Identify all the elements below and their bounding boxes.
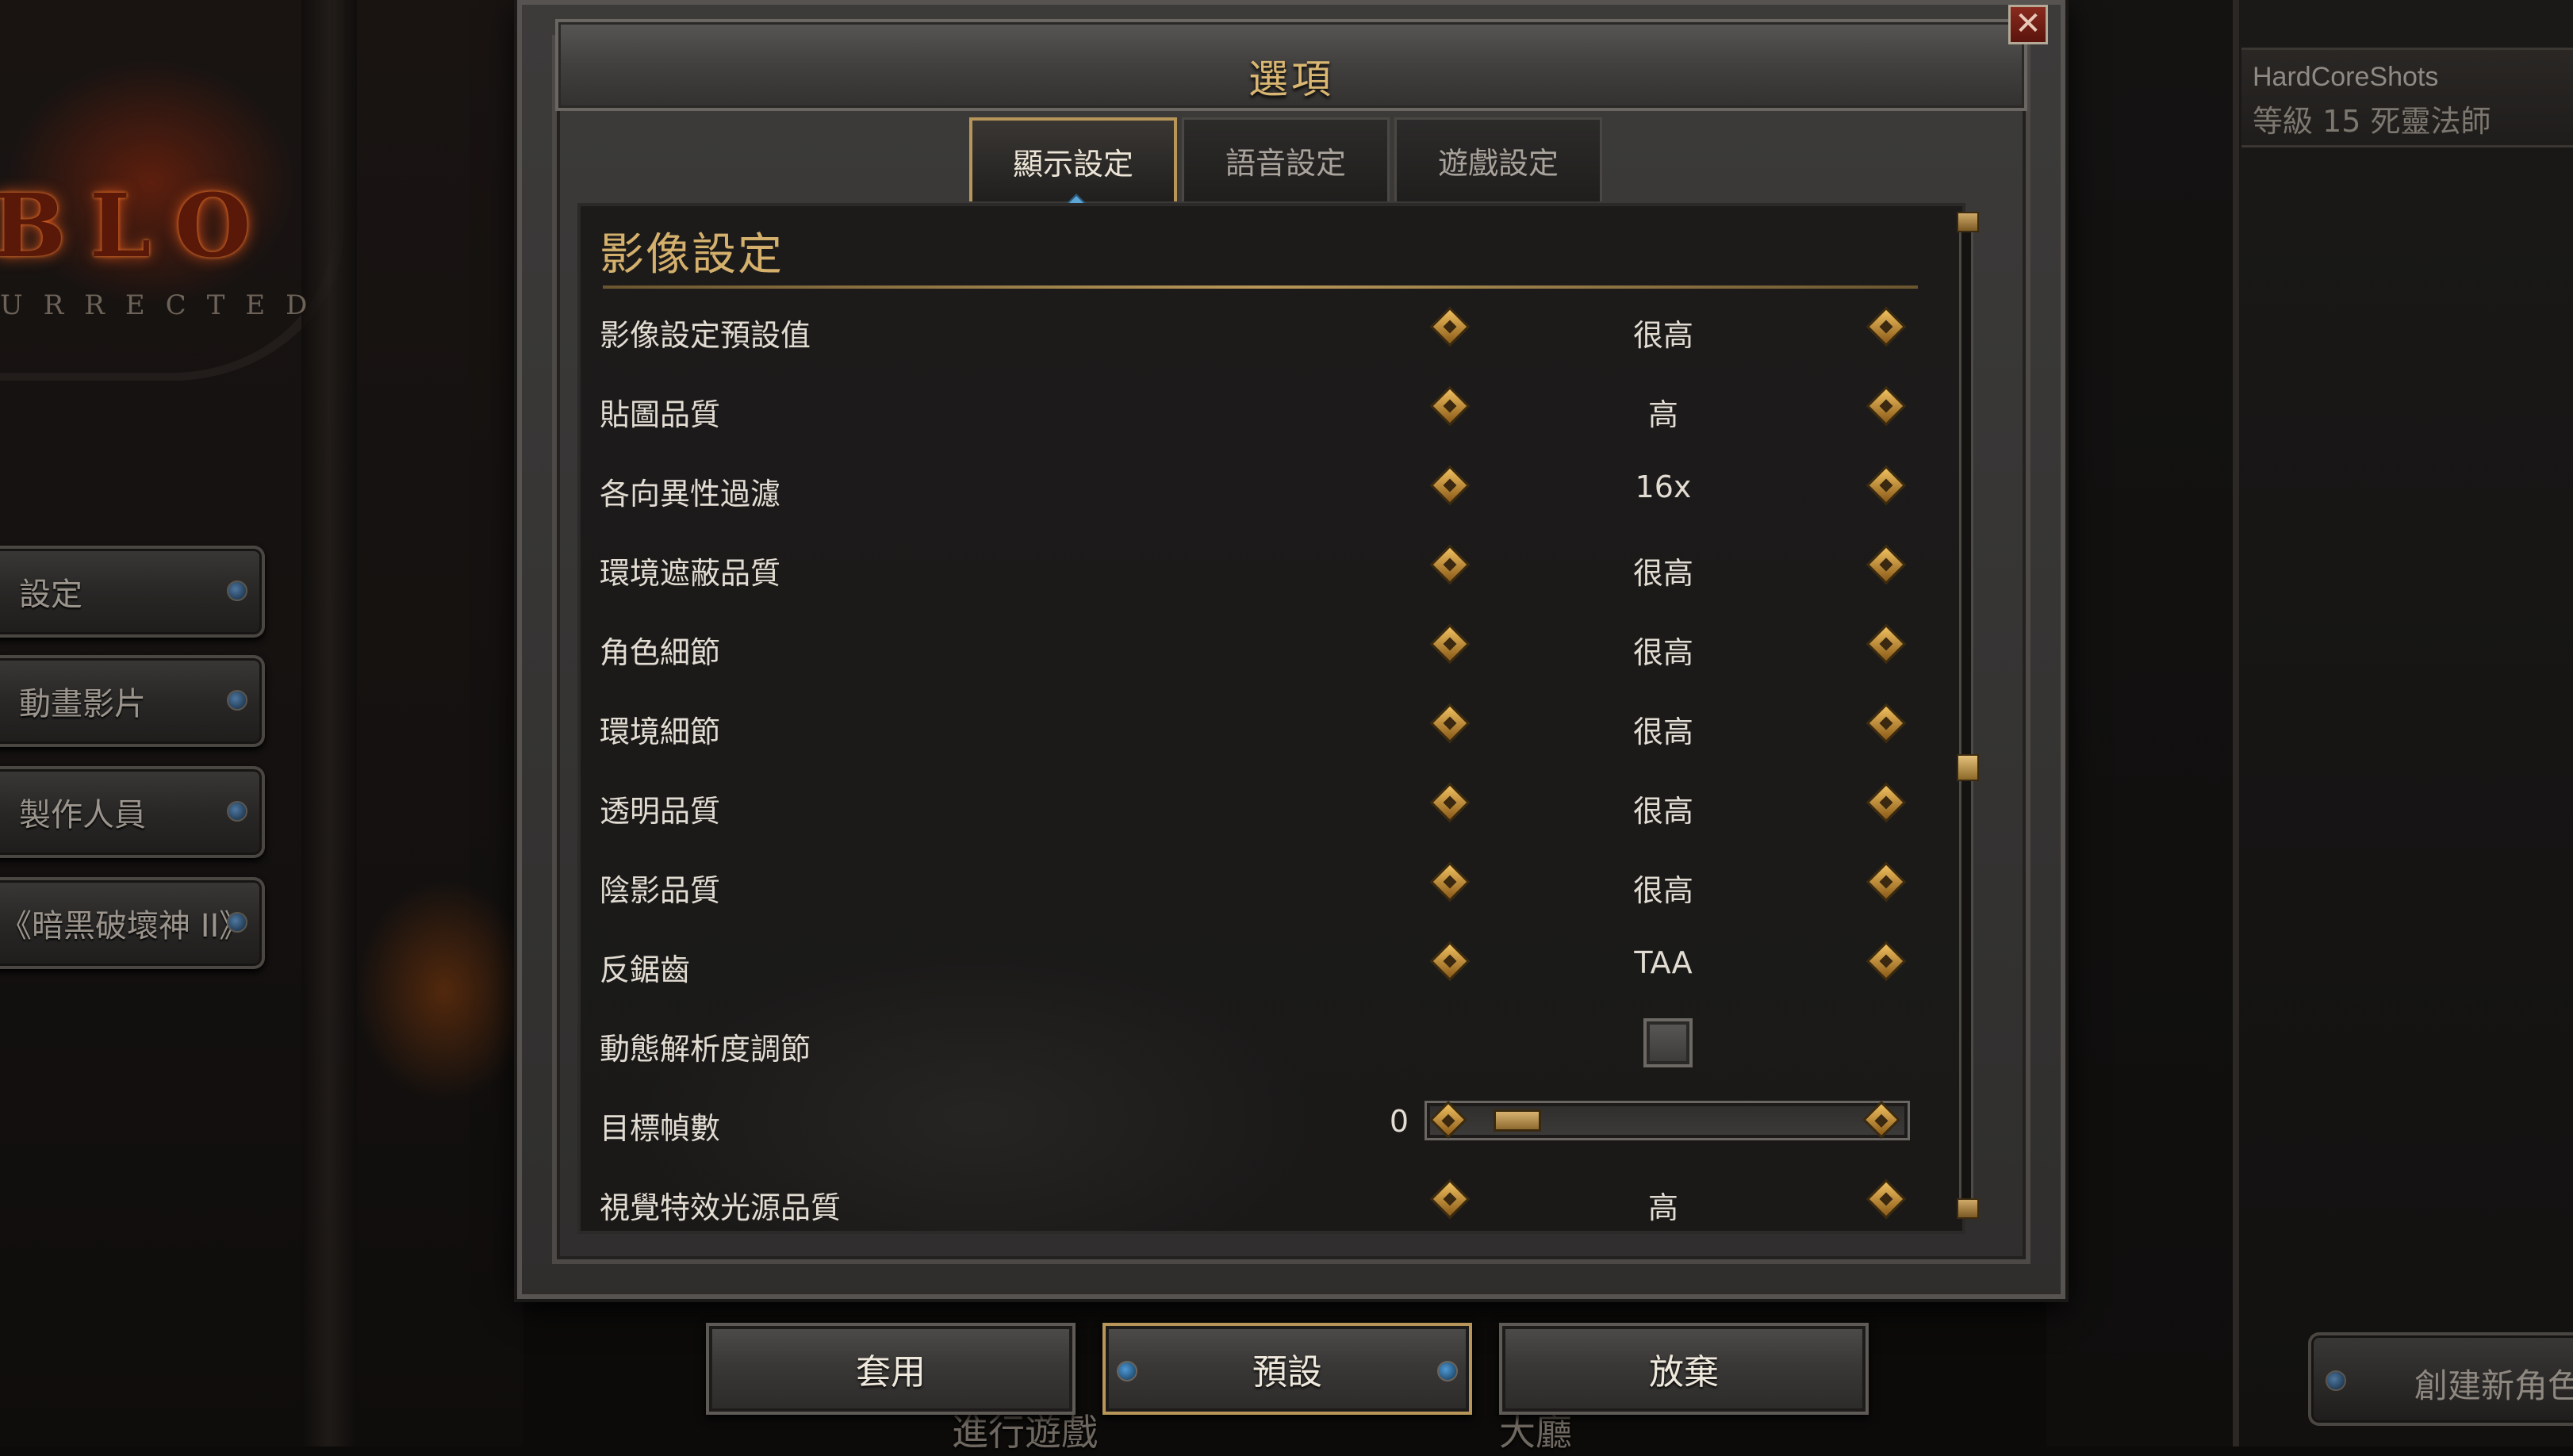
- slider-thumb[interactable]: [1494, 1109, 1541, 1132]
- logo-text: BLO: [0, 174, 275, 277]
- setting-label: 動態解析度調節: [600, 1032, 811, 1067]
- character-name: HardCoreShots: [2253, 62, 2439, 92]
- apply-button[interactable]: 套用: [706, 1323, 1076, 1415]
- side-menu-label: 《暗黑破壞神 II》: [0, 908, 251, 944]
- setting-row-texture-quality: 貼圖品質 高: [600, 376, 1916, 439]
- arrow-right-icon[interactable]: [1866, 465, 1907, 506]
- gem-icon: [227, 690, 247, 711]
- setting-label: 環境遮蔽品質: [600, 556, 781, 591]
- side-menu-credits-button[interactable]: 製作人員: [0, 766, 265, 858]
- setting-value: 很高: [1632, 873, 1693, 908]
- setting-label: 透明品質: [600, 794, 721, 829]
- setting-row-anisotropic-filtering: 各向異性過濾 16x: [600, 455, 1916, 519]
- logo-subtitle: URRECTED: [0, 289, 328, 321]
- default-label: 預設: [1252, 1352, 1322, 1393]
- arrow-right-icon[interactable]: [1866, 782, 1907, 823]
- discard-button[interactable]: 放棄: [1499, 1323, 1869, 1415]
- gem-icon: [1117, 1361, 1137, 1381]
- target-fps-slider[interactable]: [1425, 1100, 1910, 1140]
- scroll-up-icon[interactable]: [1957, 212, 1979, 232]
- side-menu-settings-button[interactable]: 設定: [0, 546, 265, 638]
- section-title: 影像設定: [600, 229, 784, 281]
- section-divider: [603, 285, 1918, 289]
- tab-display[interactable]: 顯示設定: [969, 117, 1177, 201]
- side-menu-label: 動畫影片: [19, 686, 146, 722]
- gem-icon: [227, 801, 247, 822]
- dynamic-resolution-checkbox[interactable]: [1643, 1018, 1693, 1067]
- tab-audio[interactable]: 語音設定: [1182, 117, 1390, 201]
- options-tabs: 顯示設定 語音設定 遊戲設定: [969, 117, 1602, 203]
- setting-label: 環境細節: [600, 715, 721, 749]
- close-button[interactable]: ✕: [2008, 5, 2048, 44]
- setting-row-target-fps: 目標幀數 0: [600, 1090, 1916, 1153]
- side-menu-cinematics-button[interactable]: 動畫影片: [0, 655, 265, 747]
- setting-row-dynamic-resolution: 動態解析度調節: [600, 1010, 1916, 1074]
- setting-value: 很高: [1632, 715, 1693, 749]
- setting-row-shadow-quality: 陰影品質 很高: [600, 852, 1916, 915]
- setting-value: 很高: [1632, 556, 1693, 591]
- scroll-down-icon[interactable]: [1957, 1198, 1979, 1219]
- setting-value: 高: [1647, 1190, 1678, 1225]
- arrow-right-icon[interactable]: [1866, 941, 1907, 982]
- gem-icon: [1437, 1361, 1458, 1381]
- discard-label: 放棄: [1649, 1352, 1719, 1393]
- settings-scrollbar[interactable]: [1957, 212, 1979, 1219]
- scroll-thumb[interactable]: [1957, 754, 1979, 781]
- arrow-right-icon[interactable]: [1866, 861, 1907, 902]
- side-menu-label: 設定: [19, 577, 82, 613]
- arrow-left-icon[interactable]: [1428, 1100, 1468, 1140]
- setting-value: 很高: [1632, 318, 1693, 353]
- setting-label: 角色細節: [600, 635, 721, 670]
- dialog-title: 選項: [1248, 56, 1334, 102]
- arrow-right-icon[interactable]: [1862, 1100, 1901, 1140]
- setting-row-character-detail: 角色細節 很高: [600, 614, 1916, 677]
- setting-label: 視覺特效光源品質: [600, 1190, 842, 1225]
- setting-label: 貼圖品質: [600, 397, 721, 432]
- character-panel: [2233, 0, 2573, 1446]
- character-level-class: 等級 15 死靈法師: [2253, 104, 2491, 139]
- setting-row-anti-aliasing: 反鋸齒 TAA: [600, 931, 1916, 994]
- setting-label: 反鋸齒: [600, 952, 691, 987]
- side-menu-label: 製作人員: [19, 797, 146, 833]
- default-button[interactable]: 預設: [1102, 1323, 1472, 1415]
- create-character-button[interactable]: 創建新角色: [2308, 1332, 2573, 1426]
- setting-label: 影像設定預設值: [600, 318, 811, 353]
- arrow-right-icon[interactable]: [1866, 306, 1907, 347]
- setting-value: 很高: [1632, 635, 1693, 670]
- create-character-label: 創建新角色: [2414, 1366, 2573, 1405]
- apply-label: 套用: [856, 1352, 926, 1393]
- setting-row-environment-detail: 環境細節 很高: [600, 693, 1916, 757]
- setting-value: 很高: [1632, 794, 1693, 829]
- tab-gameplay[interactable]: 遊戲設定: [1394, 117, 1602, 201]
- dialog-title-bar: 選項: [555, 19, 2027, 111]
- setting-value: 高: [1647, 397, 1678, 432]
- gem-icon: [2326, 1370, 2346, 1391]
- gem-icon: [227, 912, 247, 933]
- setting-label: 目標幀數: [600, 1111, 721, 1146]
- arrow-right-icon[interactable]: [1866, 703, 1907, 744]
- game-logo: BLO URRECTED: [0, 119, 317, 325]
- arrow-right-icon[interactable]: [1866, 385, 1907, 427]
- target-fps-value: 0: [1389, 1104, 1409, 1139]
- setting-label: 各向異性過濾: [600, 477, 781, 512]
- setting-row-ambient-occlusion: 環境遮蔽品質 很高: [600, 535, 1916, 598]
- arrow-right-icon[interactable]: [1866, 623, 1907, 665]
- setting-value: 16x: [1635, 469, 1692, 504]
- setting-row-vfx-light-quality: 視覺特效光源品質 高: [600, 1169, 1916, 1232]
- setting-row-transparency-quality: 透明品質 很高: [600, 772, 1916, 836]
- side-menu-diablo2-button[interactable]: 《暗黑破壞神 II》: [0, 877, 265, 969]
- arrow-right-icon[interactable]: [1866, 1178, 1907, 1220]
- setting-value: TAA: [1634, 945, 1693, 980]
- setting-row-graphics-preset: 影像設定預設值 很高: [600, 297, 1916, 360]
- arrow-right-icon[interactable]: [1866, 544, 1907, 585]
- setting-label: 陰影品質: [600, 873, 721, 908]
- gem-icon: [227, 580, 247, 601]
